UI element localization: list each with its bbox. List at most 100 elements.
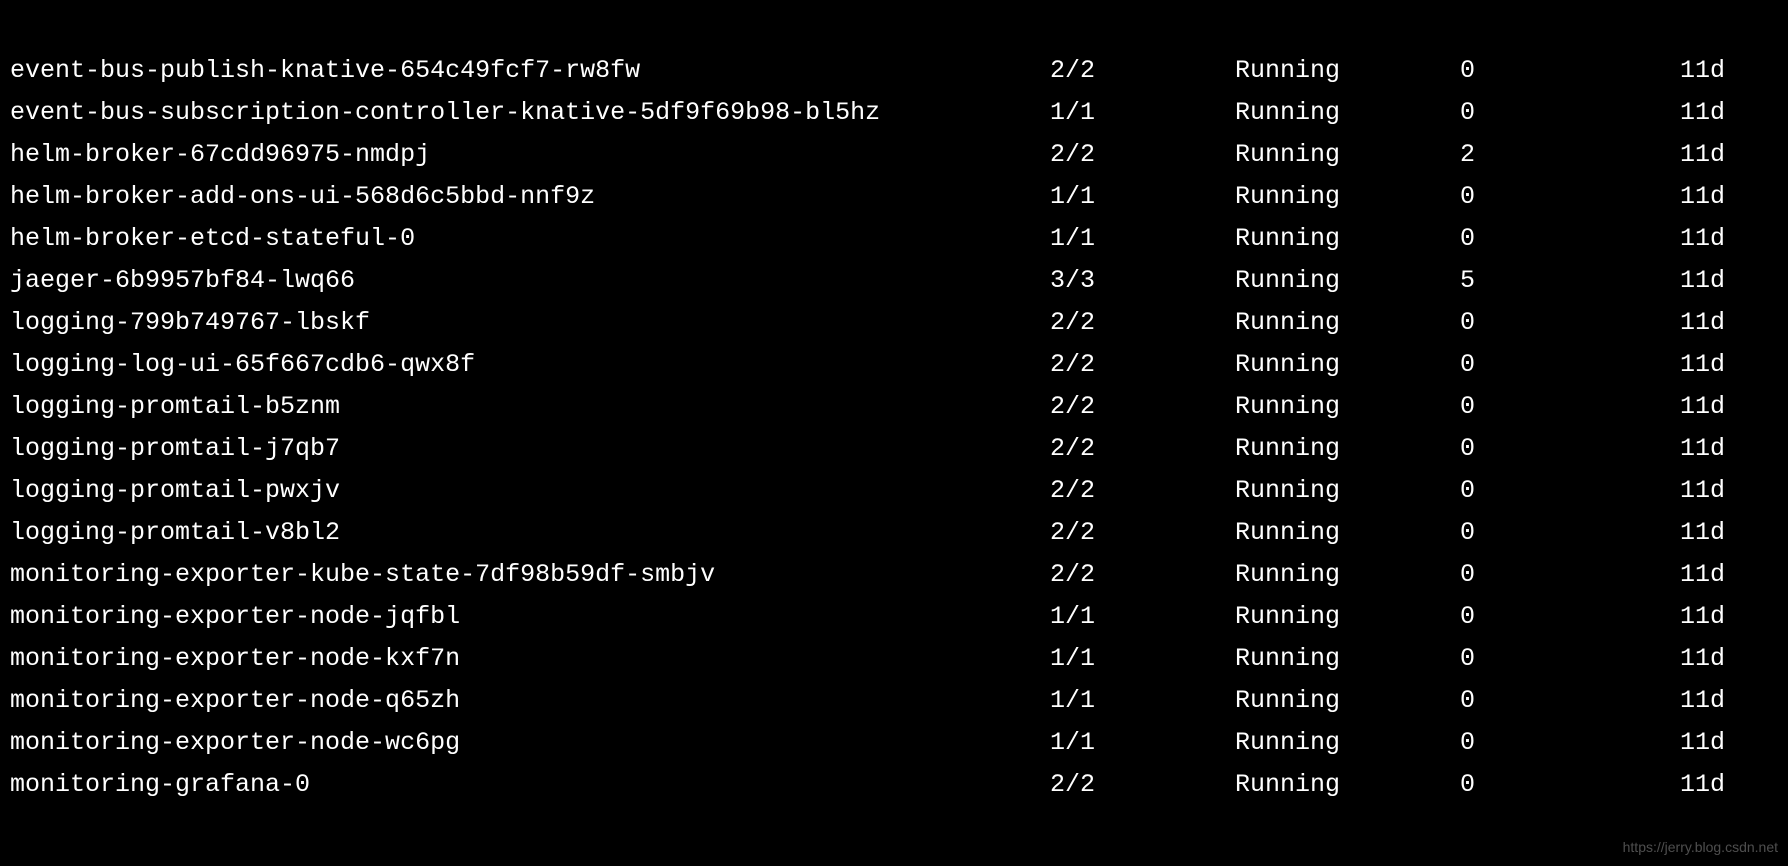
pod-status: Running [1235,470,1460,512]
pod-ready: 2/2 [1050,134,1235,176]
pod-restarts: 0 [1460,428,1680,470]
pod-restarts: 5 [1460,260,1680,302]
pod-restarts: 2 [1460,134,1680,176]
pod-age: 11d [1680,50,1780,92]
pod-age: 11d [1680,596,1780,638]
pod-age: 11d [1680,512,1780,554]
pod-restarts: 0 [1460,764,1680,806]
pod-row[interactable]: helm-broker-67cdd96975-nmdpj2/2Running21… [10,134,1778,176]
pod-row[interactable]: logging-799b749767-lbskf2/2Running011d [10,302,1778,344]
pod-row[interactable]: monitoring-exporter-node-kxf7n1/1Running… [10,638,1778,680]
pod-status: Running [1235,218,1460,260]
pod-ready: 2/2 [1050,50,1235,92]
pod-restarts: 0 [1460,386,1680,428]
pod-name: logging-799b749767-lbskf [10,302,1050,344]
pod-age: 11d [1680,554,1780,596]
pod-status: Running [1235,596,1460,638]
pod-status: Running [1235,554,1460,596]
pod-ready: 1/1 [1050,218,1235,260]
pod-ready: 1/1 [1050,596,1235,638]
pod-name: logging-promtail-v8bl2 [10,512,1050,554]
pod-row[interactable]: logging-log-ui-65f667cdb6-qwx8f2/2Runnin… [10,344,1778,386]
pod-ready: 1/1 [1050,92,1235,134]
pod-restarts: 0 [1460,50,1680,92]
pod-age: 11d [1680,386,1780,428]
kubectl-pod-list[interactable]: event-bus-publish-knative-654c49fcf7-rw8… [10,8,1778,806]
pod-age: 11d [1680,302,1780,344]
pod-status: Running [1235,134,1460,176]
pod-age: 11d [1680,638,1780,680]
pod-name: helm-broker-add-ons-ui-568d6c5bbd-nnf9z [10,176,1050,218]
pod-ready: 2/2 [1050,428,1235,470]
pod-ready: 2/2 [1050,764,1235,806]
pod-ready: 1/1 [1050,680,1235,722]
pod-name: logging-promtail-j7qb7 [10,428,1050,470]
pod-ready: 2/2 [1050,554,1235,596]
pod-status: Running [1235,92,1460,134]
pod-age: 11d [1680,680,1780,722]
pod-row[interactable]: logging-promtail-b5znm2/2Running011d [10,386,1778,428]
pod-row[interactable]: event-bus-subscription-controller-knativ… [10,92,1778,134]
pod-restarts: 0 [1460,512,1680,554]
pod-age: 11d [1680,344,1780,386]
pod-name: monitoring-grafana-0 [10,764,1050,806]
pod-status: Running [1235,722,1460,764]
pod-row[interactable]: jaeger-6b9957bf84-lwq663/3Running511d [10,260,1778,302]
pod-status: Running [1235,176,1460,218]
pod-status: Running [1235,386,1460,428]
pod-ready: 2/2 [1050,344,1235,386]
pod-ready: 1/1 [1050,722,1235,764]
pod-name: monitoring-exporter-node-wc6pg [10,722,1050,764]
pod-row[interactable]: logging-promtail-v8bl22/2Running011d [10,512,1778,554]
pod-name: logging-promtail-pwxjv [10,470,1050,512]
pod-status: Running [1235,680,1460,722]
pod-name: monitoring-exporter-node-jqfbl [10,596,1050,638]
pod-name: logging-log-ui-65f667cdb6-qwx8f [10,344,1050,386]
pod-restarts: 0 [1460,596,1680,638]
pod-status: Running [1235,260,1460,302]
pod-row[interactable]: monitoring-exporter-node-wc6pg1/1Running… [10,722,1778,764]
pod-name: jaeger-6b9957bf84-lwq66 [10,260,1050,302]
pod-ready: 1/1 [1050,176,1235,218]
pod-age: 11d [1680,134,1780,176]
pod-restarts: 0 [1460,176,1680,218]
pod-restarts: 0 [1460,554,1680,596]
pod-restarts: 0 [1460,302,1680,344]
pod-age: 11d [1680,428,1780,470]
pod-row[interactable]: logging-promtail-pwxjv2/2Running011d [10,470,1778,512]
pod-status: Running [1235,428,1460,470]
pod-row[interactable]: monitoring-exporter-kube-state-7df98b59d… [10,554,1778,596]
pod-name: helm-broker-67cdd96975-nmdpj [10,134,1050,176]
pod-name: event-bus-publish-knative-654c49fcf7-rw8… [10,50,1050,92]
pod-restarts: 0 [1460,722,1680,764]
pod-age: 11d [1680,764,1780,806]
pod-row[interactable]: helm-broker-etcd-stateful-01/1Running011… [10,218,1778,260]
pod-name: monitoring-exporter-kube-state-7df98b59d… [10,554,1050,596]
watermark-text: https://jerry.blog.csdn.net [1623,836,1778,860]
pod-age: 11d [1680,260,1780,302]
pod-restarts: 0 [1460,680,1680,722]
pod-row[interactable]: monitoring-exporter-node-q65zh1/1Running… [10,680,1778,722]
pod-restarts: 0 [1460,470,1680,512]
pod-status: Running [1235,302,1460,344]
pod-status: Running [1235,638,1460,680]
pod-row[interactable]: event-bus-publish-knative-654c49fcf7-rw8… [10,50,1778,92]
pod-name: logging-promtail-b5znm [10,386,1050,428]
pod-status: Running [1235,764,1460,806]
pod-restarts: 0 [1460,638,1680,680]
pod-ready: 2/2 [1050,470,1235,512]
pod-age: 11d [1680,176,1780,218]
pod-restarts: 0 [1460,92,1680,134]
pod-ready: 3/3 [1050,260,1235,302]
pod-ready: 1/1 [1050,638,1235,680]
pod-restarts: 0 [1460,218,1680,260]
pod-age: 11d [1680,218,1780,260]
pod-age: 11d [1680,470,1780,512]
pod-row[interactable]: monitoring-exporter-node-jqfbl1/1Running… [10,596,1778,638]
pod-row[interactable]: helm-broker-add-ons-ui-568d6c5bbd-nnf9z1… [10,176,1778,218]
pod-restarts: 0 [1460,344,1680,386]
pod-status: Running [1235,344,1460,386]
pod-row[interactable]: logging-promtail-j7qb72/2Running011d [10,428,1778,470]
pod-row[interactable]: monitoring-grafana-02/2Running011d [10,764,1778,806]
pod-ready: 2/2 [1050,512,1235,554]
